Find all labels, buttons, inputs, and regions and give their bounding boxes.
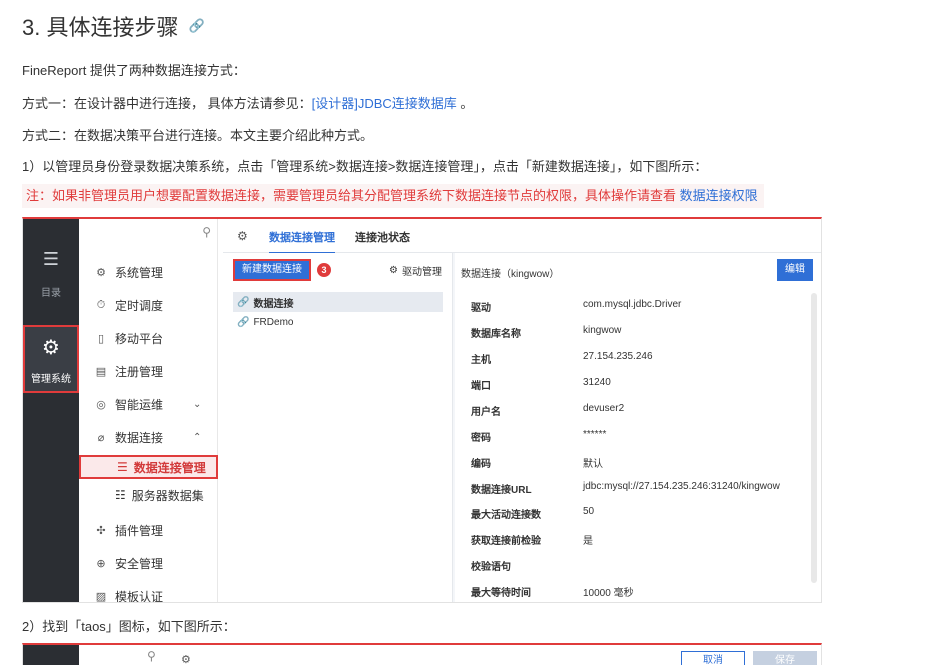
- section-heading: 3. 具体连接步骤 🔗: [22, 10, 205, 42]
- tab-connection-management[interactable]: 数据连接管理: [269, 229, 335, 254]
- step-badge-3: 3: [317, 263, 331, 277]
- nav-sub-connection-management[interactable]: ☰ 数据连接管理: [79, 455, 218, 479]
- connection-list-pane: 新建数据连接 3 ⚙ 驱动管理 🔗 数据连接 🔗 FRDemo: [223, 253, 453, 602]
- intro-paragraph: FineReport 提供了两种数据连接方式：: [22, 63, 246, 78]
- link-icon: ⌀: [97, 432, 105, 444]
- mobile-icon: ▯: [97, 333, 105, 345]
- nav-item-schedule[interactable]: ⏱ 定时调度: [95, 297, 163, 314]
- edit-button[interactable]: 编辑: [777, 259, 813, 281]
- link-icon: 🔗: [237, 316, 250, 328]
- nav-item-system[interactable]: ⚙ 系统管理: [95, 264, 163, 281]
- left-rail: ☰ 目录 ⚙ 管理系统: [23, 219, 79, 602]
- settings-gear-icon[interactable]: ⚙: [181, 653, 191, 665]
- nav-item-template-auth[interactable]: ▨ 模板认证: [95, 588, 163, 603]
- step2-paragraph: 2）找到「taos」图标，如下图所示：: [22, 619, 236, 634]
- list-icon: ☰: [42, 249, 60, 269]
- save-button[interactable]: 保存: [753, 651, 817, 665]
- nav-item-ops[interactable]: ◎ 智能运维 ⌄: [95, 396, 201, 413]
- tab-pool-status[interactable]: 连接池状态: [355, 229, 410, 245]
- tab-bar: ⚙ 数据连接管理 连接池状态: [223, 219, 821, 254]
- link-icon: 🔗: [237, 296, 250, 308]
- dataset-icon: ☷: [115, 488, 126, 502]
- registration-icon: ▤: [95, 366, 107, 378]
- nav-item-security[interactable]: ⊕ 安全管理: [95, 555, 163, 572]
- nav-item-mobile[interactable]: ▯ 移动平台: [95, 330, 163, 347]
- detail-title: 数据连接（kingwow）: [461, 269, 560, 280]
- permission-note: 注：如果非管理员用户想要配置数据连接，需要管理员给其分配管理系统下数据连接节点的…: [22, 184, 764, 208]
- taos-screenshot: ⚲ ⚙ 取消 保存: [22, 643, 822, 665]
- anchor-link-icon[interactable]: 🔗: [188, 18, 204, 34]
- section-heading-text: 3. 具体连接步骤: [22, 15, 179, 40]
- connection-item[interactable]: 🔗 数据连接: [233, 292, 443, 312]
- database-icon: ☰: [117, 460, 128, 474]
- main-area: ⚙ 数据连接管理 连接池状态 新建数据连接 3 ⚙ 驱动管理 🔗 数据连接 🔗 FRD…: [223, 219, 821, 602]
- detail-scrollbar[interactable]: [811, 293, 817, 583]
- gear-icon: ⚙: [96, 267, 106, 279]
- chevron-up-icon: ⌃: [193, 432, 202, 443]
- jdbc-designer-link[interactable]: [设计器]JDBC连接数据库: [312, 96, 457, 111]
- left-rail: [23, 645, 79, 665]
- catalog-rail-item[interactable]: ☰ 目录: [23, 249, 79, 299]
- connection-item[interactable]: 🔗 FRDemo: [233, 312, 443, 332]
- connection-detail-pane: 数据连接（kingwow） 编辑 驱动 com.mysql.jdbc.Driver…: [455, 253, 821, 602]
- cancel-button[interactable]: 取消: [681, 651, 745, 665]
- ops-icon: ◎: [96, 399, 106, 411]
- method2-paragraph: 方式二：在数据决策平台进行连接。本文主要介绍此种方式。: [22, 128, 374, 143]
- new-connection-button[interactable]: 新建数据连接: [233, 259, 311, 281]
- template-icon: ▨: [95, 591, 107, 603]
- admin-rail-item[interactable]: ⚙ 管理系统: [23, 325, 79, 393]
- settings-gear-icon[interactable]: ⚙: [237, 229, 248, 243]
- admin-nav: ⚲ ⚙ 系统管理 ⏱ 定时调度 ▯ 移动平台 ▤ 注册管理 ◎ 智能运维 ⌄ ⌀ 数据连接 ⌃ …: [79, 219, 218, 602]
- pin-icon[interactable]: ⚲: [147, 649, 156, 663]
- step1-paragraph: 1）以管理员身份登录数据决策系统，点击「管理系统>数据连接>数据连接管理」，点击…: [22, 159, 708, 174]
- nav-item-plugins[interactable]: ✣ 插件管理: [95, 522, 163, 539]
- chevron-down-icon: ⌄: [193, 399, 202, 410]
- permission-link[interactable]: 数据连接权限: [680, 188, 758, 203]
- nav-item-data-connection[interactable]: ⌀ 数据连接 ⌃: [95, 429, 202, 446]
- timer-icon: ⏱: [96, 299, 106, 311]
- nav-item-registration[interactable]: ▤ 注册管理: [95, 363, 163, 380]
- admin-screenshot: ☰ 目录 ⚙ 管理系统 1 ⚲ ⚙系统管理 ⏱定时调度 ▯移动平台 ▤注册管理 …: [22, 217, 822, 603]
- nav-sub-server-dataset[interactable]: ☷ 服务器数据集: [79, 483, 218, 507]
- pin-icon[interactable]: ⚲: [202, 225, 211, 239]
- gear-icon: ⚙: [42, 337, 60, 359]
- gear-icon: ⚙: [389, 265, 398, 276]
- method1-paragraph: 方式一：在设计器中进行连接， 具体方法请参见：[设计器]JDBC连接数据库 。: [22, 96, 474, 111]
- shield-icon: ⊕: [96, 558, 106, 570]
- driver-management-button[interactable]: ⚙ 驱动管理: [389, 263, 442, 278]
- plugin-icon: ✣: [96, 525, 106, 537]
